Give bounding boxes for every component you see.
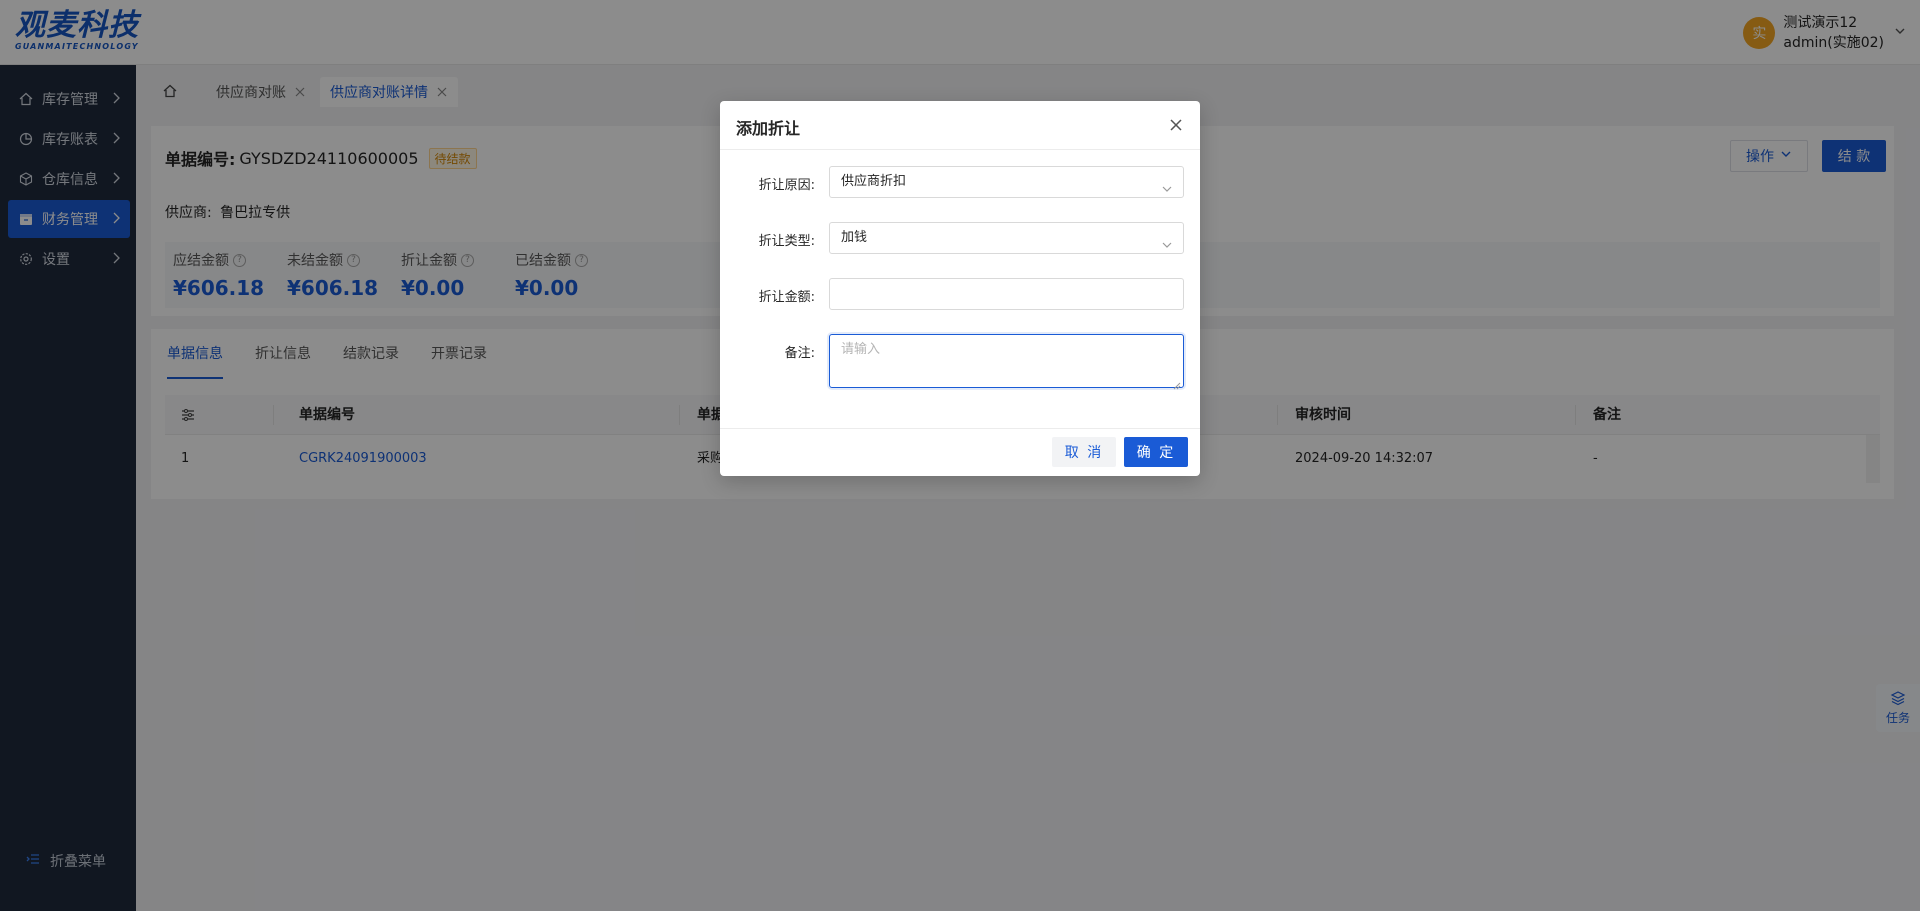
- cancel-button[interactable]: 取 消: [1052, 437, 1116, 467]
- modal-footer-divider: [720, 428, 1200, 429]
- remark-label: 备注:: [784, 346, 815, 361]
- chevron-down-icon: [1161, 177, 1173, 207]
- add-discount-modal: 添加折让 折让原因: 供应商折扣 折让类型: 加钱 折让金额: 备注: 请输入 …: [720, 101, 1200, 476]
- modal-title: 添加折让: [736, 119, 801, 138]
- resize-handle-icon[interactable]: [1173, 377, 1181, 390]
- close-icon[interactable]: [1168, 117, 1184, 133]
- select-value: 加钱: [841, 230, 868, 245]
- remark-placeholder: 请输入: [841, 342, 881, 357]
- discount-reason-select[interactable]: 供应商折扣: [829, 166, 1184, 198]
- confirm-button[interactable]: 确 定: [1124, 437, 1188, 467]
- discount-amount-input[interactable]: [829, 278, 1184, 310]
- amount-label: 折让金额:: [758, 290, 815, 305]
- modal-header-divider: [720, 149, 1200, 150]
- chevron-down-icon: [1161, 233, 1173, 263]
- reason-label: 折让原因:: [758, 178, 815, 193]
- select-value: 供应商折扣: [841, 174, 907, 189]
- type-label: 折让类型:: [758, 234, 815, 249]
- discount-type-select[interactable]: 加钱: [829, 222, 1184, 254]
- remark-textarea[interactable]: 请输入: [829, 334, 1184, 390]
